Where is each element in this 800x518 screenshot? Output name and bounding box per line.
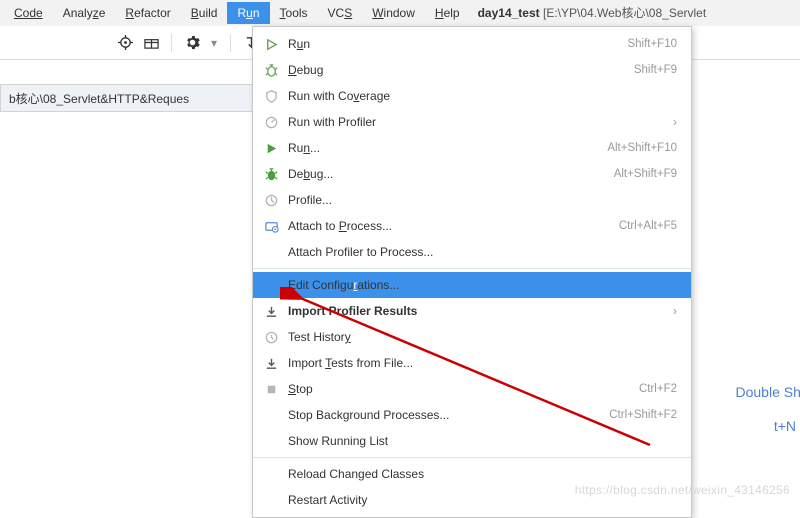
menu-item-profile: Profile... [253, 187, 691, 213]
menu-item-label: Run... [288, 141, 598, 155]
menu-item-edit-configurations[interactable]: Edit Configurations... [253, 272, 691, 298]
project-name: day14_test [478, 6, 540, 20]
menu-item-label: Run [288, 37, 618, 51]
menu-item-label: Attach Profiler to Process... [288, 245, 677, 259]
menu-item-label: Import Profiler Results [288, 304, 658, 318]
toolbar-separator [230, 34, 231, 52]
menu-item-label: Attach to Process... [288, 219, 610, 233]
menu-refactor[interactable]: Refactor [115, 2, 180, 24]
play-solid-icon [263, 140, 279, 156]
menu-item-debug[interactable]: Debug... Alt+Shift+F9 [253, 161, 691, 187]
menu-item-test-history: Test History [253, 324, 691, 350]
menu-vcs[interactable]: VCS [318, 2, 363, 24]
menu-window[interactable]: Window [362, 2, 425, 24]
menu-item-label: Debug [288, 63, 625, 77]
menu-help[interactable]: Help [425, 2, 470, 24]
menubar: Code Analyze Refactor Build Run Tools VC… [0, 0, 800, 26]
menu-item-label: Run with Coverage [288, 89, 677, 103]
menu-item-label: Profile... [288, 193, 677, 207]
menu-item-attach-profiler-to-process[interactable]: Attach Profiler to Process... [253, 239, 691, 265]
menu-item-run-with-profiler: Run with Profiler › [253, 109, 691, 135]
menu-analyze[interactable]: Analyze [53, 2, 116, 24]
side-hint-2: t+N [774, 418, 796, 434]
menu-code[interactable]: Code [4, 2, 53, 24]
project-label: day14_test [E:\YP\04.Web核心\08_Servlet [478, 4, 707, 21]
menu-item-label: Stop Background Processes... [288, 408, 600, 422]
menu-item-run[interactable]: Run Shift+F10 [253, 31, 691, 57]
blank-icon [263, 244, 279, 260]
import-icon [263, 355, 279, 371]
menu-item-label: Run with Profiler [288, 115, 658, 129]
bug-solid-icon [263, 166, 279, 182]
menu-item-import-profiler-results[interactable]: Import Profiler Results › [253, 298, 691, 324]
blank-icon [263, 492, 279, 508]
menu-item-import-tests-from-file[interactable]: Import Tests from File... [253, 350, 691, 376]
chevron-down-icon[interactable]: ▾ [209, 34, 219, 52]
menu-item-stop: Stop Ctrl+F2 [253, 376, 691, 402]
menu-item-run[interactable]: Run... Alt+Shift+F10 [253, 135, 691, 161]
menu-item-label: Test History [288, 330, 677, 344]
blank-icon [263, 466, 279, 482]
menu-item-stop-background-processes: Stop Background Processes... Ctrl+Shift+F… [253, 402, 691, 428]
menu-shortcut: Shift+F9 [634, 64, 677, 76]
submenu-arrow-icon: › [667, 304, 677, 318]
menu-item-label: Debug... [288, 167, 605, 181]
profiler-icon [263, 114, 279, 130]
profile-icon [263, 192, 279, 208]
submenu-arrow-icon: › [667, 115, 677, 129]
coverage-icon [263, 88, 279, 104]
menu-item-label: Edit Configurations... [288, 278, 677, 292]
attach-icon [263, 218, 279, 234]
stop-icon [263, 381, 279, 397]
split-icon[interactable] [142, 34, 160, 52]
menu-item-label: Stop [288, 382, 630, 396]
menu-item-run-with-coverage: Run with Coverage [253, 83, 691, 109]
blank-icon [263, 277, 279, 293]
watermark: https://blog.csdn.net/weixin_43146256 [575, 483, 790, 497]
play-outline-icon [263, 36, 279, 52]
menu-build[interactable]: Build [181, 2, 228, 24]
breadcrumb[interactable]: b核心\08_Servlet&HTTP&Reques [0, 84, 253, 112]
menu-item-debug[interactable]: Debug Shift+F9 [253, 57, 691, 83]
menu-shortcut: Ctrl+Alt+F5 [619, 220, 677, 232]
import-icon [263, 303, 279, 319]
menu-tools[interactable]: Tools [270, 2, 318, 24]
menu-run[interactable]: Run [227, 2, 269, 24]
bug-icon [263, 62, 279, 78]
toolbar-separator [171, 34, 172, 52]
menu-item-label: Show Running List [288, 434, 677, 448]
menu-separator [253, 457, 691, 458]
project-path: [E:\YP\04.Web核心\08_Servlet [543, 6, 706, 20]
blank-icon [263, 407, 279, 423]
blank-icon [263, 433, 279, 449]
menu-shortcut: Alt+Shift+F9 [614, 168, 677, 180]
menu-shortcut: Shift+F10 [627, 38, 677, 50]
menu-item-show-running-list[interactable]: Show Running List [253, 428, 691, 454]
menu-item-label: Import Tests from File... [288, 356, 677, 370]
menu-shortcut: Ctrl+Shift+F2 [609, 409, 677, 421]
gear-icon[interactable] [183, 34, 201, 52]
menu-shortcut: Ctrl+F2 [639, 383, 677, 395]
menu-separator [253, 268, 691, 269]
side-hint-1: Double Shi [736, 384, 800, 400]
history-icon [263, 329, 279, 345]
run-menu-dropdown: Run Shift+F10 Debug Shift+F9 Run with Covera… [252, 26, 692, 518]
menu-item-attach-to-process[interactable]: Attach to Process... Ctrl+Alt+F5 [253, 213, 691, 239]
target-icon[interactable] [116, 34, 134, 52]
menu-item-label: Reload Changed Classes [288, 467, 677, 481]
menu-shortcut: Alt+Shift+F10 [607, 142, 677, 154]
